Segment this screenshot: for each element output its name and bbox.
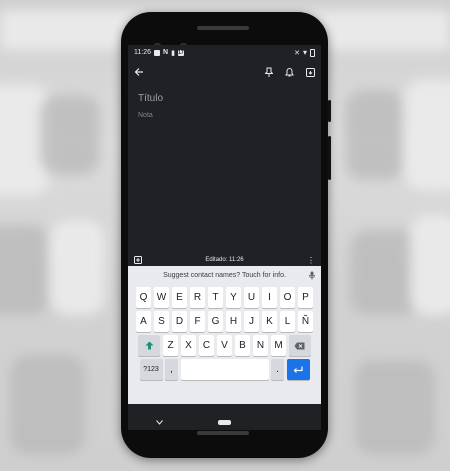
more-vert-icon[interactable]: ⋮ <box>307 256 315 265</box>
key-e[interactable]: E <box>171 287 188 308</box>
period-key[interactable]: . <box>271 359 284 380</box>
shift-key[interactable] <box>138 335 161 356</box>
comma-key[interactable]: , <box>165 359 178 380</box>
note-editor[interactable]: Título Nota <box>128 93 321 254</box>
phone-frame: 11:26 N ▮ 17 ✕ ▾ Título Nota Editado: 11… <box>121 12 331 458</box>
keyboard-row-4: ?123 , . <box>128 359 321 380</box>
editor-toolbar <box>128 60 321 84</box>
key-v[interactable]: V <box>216 335 233 356</box>
nav-home-button[interactable] <box>217 419 231 425</box>
key-g[interactable]: G <box>207 311 224 332</box>
gallery-icon <box>154 49 160 56</box>
key-z[interactable]: Z <box>162 335 179 356</box>
backspace-key[interactable] <box>288 335 311 356</box>
key-p[interactable]: P <box>297 287 314 308</box>
nav-back-icon[interactable] <box>155 419 163 425</box>
key-j[interactable]: J <box>243 311 260 332</box>
key-k[interactable]: K <box>261 311 278 332</box>
bell-plus-icon[interactable] <box>285 67 294 77</box>
key-r[interactable]: R <box>189 287 206 308</box>
backspace-icon <box>294 342 305 349</box>
note-body-input[interactable]: Nota <box>138 112 311 119</box>
keyboard-row-3: Z X C V B N M <box>128 335 321 356</box>
notes-icon: N <box>163 49 169 56</box>
space-key[interactable] <box>180 359 269 380</box>
keyboard-row-1: Q W E R T Y U I O P <box>128 287 321 308</box>
key-m[interactable]: M <box>270 335 287 356</box>
archive-icon[interactable] <box>306 67 315 77</box>
on-screen-keyboard: Suggest contact names? Touch for info. Q… <box>128 266 321 404</box>
key-y[interactable]: Y <box>225 287 242 308</box>
calendar-icon: 17 <box>177 49 184 56</box>
navigation-bar <box>128 414 321 430</box>
arrow-left-icon[interactable] <box>134 67 144 77</box>
key-u[interactable]: U <box>243 287 260 308</box>
key-s[interactable]: S <box>153 311 170 332</box>
key-f[interactable]: F <box>189 311 206 332</box>
key-n[interactable]: N <box>252 335 269 356</box>
keyboard-row-2: A S D F G H J K L Ñ <box>128 311 321 332</box>
edited-timestamp: Editado: 11:26 <box>205 257 244 263</box>
enter-key[interactable] <box>286 359 310 380</box>
suggestion-strip[interactable]: Suggest contact names? Touch for info. <box>128 267 321 284</box>
editor-bottom-bar: Editado: 11:26 ⋮ <box>128 254 321 266</box>
screen: 11:26 N ▮ 17 ✕ ▾ Título Nota Editado: 11… <box>128 45 321 430</box>
status-bar: 11:26 N ▮ 17 ✕ ▾ <box>128 45 321 60</box>
add-box-icon[interactable] <box>134 256 142 264</box>
key-t[interactable]: T <box>207 287 224 308</box>
power-button <box>328 100 331 122</box>
pin-icon[interactable] <box>265 67 273 77</box>
key-d[interactable]: D <box>171 311 188 332</box>
key-n-tilde[interactable]: Ñ <box>297 311 314 332</box>
wifi-icon: ▾ <box>302 48 307 57</box>
signal-icon: ▮ <box>171 49 175 57</box>
suggestion-text[interactable]: Suggest contact names? Touch for info. <box>163 272 286 279</box>
key-h[interactable]: H <box>225 311 242 332</box>
note-title-input[interactable]: Título <box>138 93 311 104</box>
volume-button <box>328 136 331 180</box>
status-time: 11:26 <box>134 49 151 56</box>
key-i[interactable]: I <box>261 287 278 308</box>
key-o[interactable]: O <box>279 287 296 308</box>
key-w[interactable]: W <box>153 287 170 308</box>
key-l[interactable]: L <box>279 311 296 332</box>
key-b[interactable]: B <box>234 335 251 356</box>
shift-icon <box>145 341 154 350</box>
battery-icon <box>310 48 315 57</box>
key-x[interactable]: X <box>180 335 197 356</box>
enter-icon <box>293 366 303 373</box>
earpiece-speaker <box>197 26 249 30</box>
mute-icon: ✕ <box>294 49 300 57</box>
microphone-icon[interactable] <box>309 271 315 282</box>
symbols-key[interactable]: ?123 <box>139 359 163 380</box>
key-a[interactable]: A <box>135 311 152 332</box>
key-q[interactable]: Q <box>135 287 152 308</box>
key-c[interactable]: C <box>198 335 215 356</box>
bottom-speaker <box>197 431 249 435</box>
